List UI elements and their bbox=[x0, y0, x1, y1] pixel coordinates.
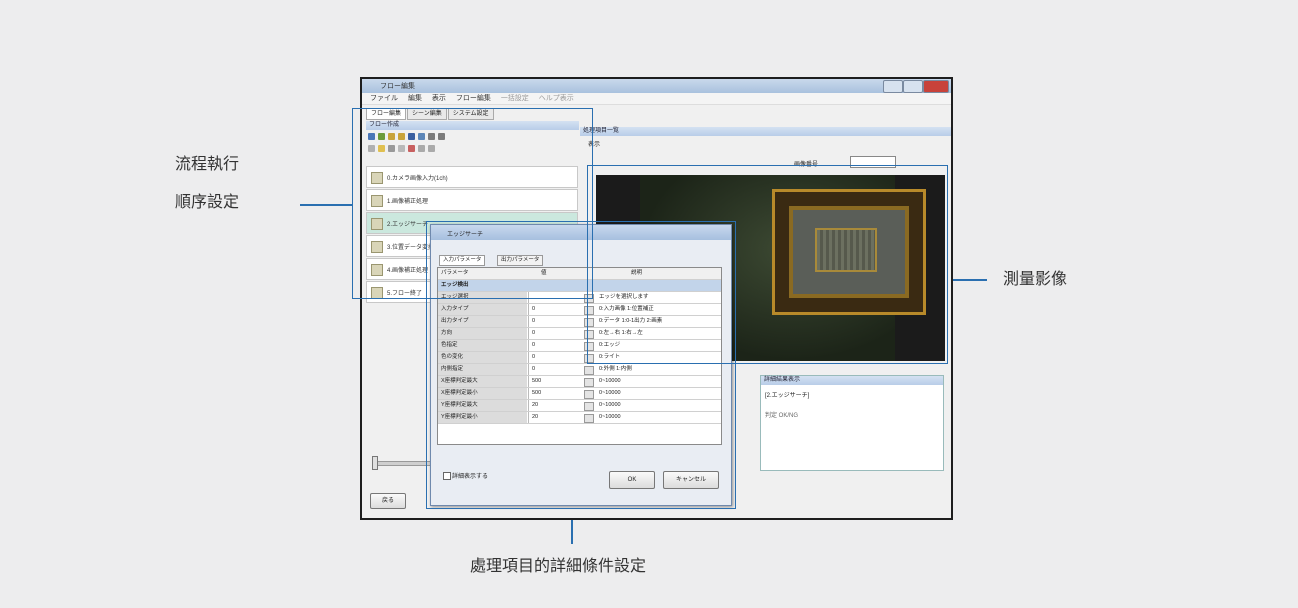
callout-detail-conditions: 處理項目的詳細條件設定 bbox=[470, 556, 647, 575]
menu-file[interactable]: ファイル bbox=[370, 93, 398, 104]
close-button[interactable] bbox=[923, 80, 949, 93]
result-panel-header: 詳細結果表示 bbox=[761, 376, 943, 385]
result-line-1: [2.エッジサーチ] bbox=[765, 393, 810, 399]
menu-batch[interactable]: 一括設定 bbox=[501, 93, 529, 104]
window-title: フロー編集 bbox=[380, 83, 415, 90]
back-button[interactable]: 戻る bbox=[370, 493, 406, 509]
result-line-2: 判定 OK/NG bbox=[765, 413, 799, 419]
maximize-button[interactable] bbox=[903, 80, 923, 93]
window-titlebar: フロー編集 bbox=[362, 79, 951, 93]
result-panel: 詳細結果表示 [2.エッジサーチ] 判定 OK/NG bbox=[760, 375, 944, 471]
callout-measurement-image: 測量影像 bbox=[1003, 269, 1068, 288]
slider-thumb[interactable] bbox=[372, 456, 378, 470]
menu-edit[interactable]: 編集 bbox=[408, 93, 422, 104]
minimize-button[interactable] bbox=[883, 80, 903, 93]
callout-flow-order-line2: 順序設定 bbox=[175, 192, 240, 211]
menu-view[interactable]: 表示 bbox=[432, 93, 446, 104]
menu-bar: ファイル 編集 表示 フロー編集 一括設定 ヘルプ表示 bbox=[362, 93, 951, 105]
callout-flow-order: 流程執行 順序設定 bbox=[175, 153, 239, 213]
highlight-detail-dialog bbox=[426, 221, 736, 509]
menu-help[interactable]: ヘルプ表示 bbox=[539, 93, 574, 104]
callout-left-connector bbox=[300, 204, 353, 206]
right-panel-header: 処理項目一覧 bbox=[580, 127, 951, 136]
callout-right-connector bbox=[947, 279, 987, 281]
menu-flow-edit[interactable]: フロー編集 bbox=[456, 93, 491, 104]
callout-flow-order-line1: 流程執行 bbox=[175, 154, 240, 173]
